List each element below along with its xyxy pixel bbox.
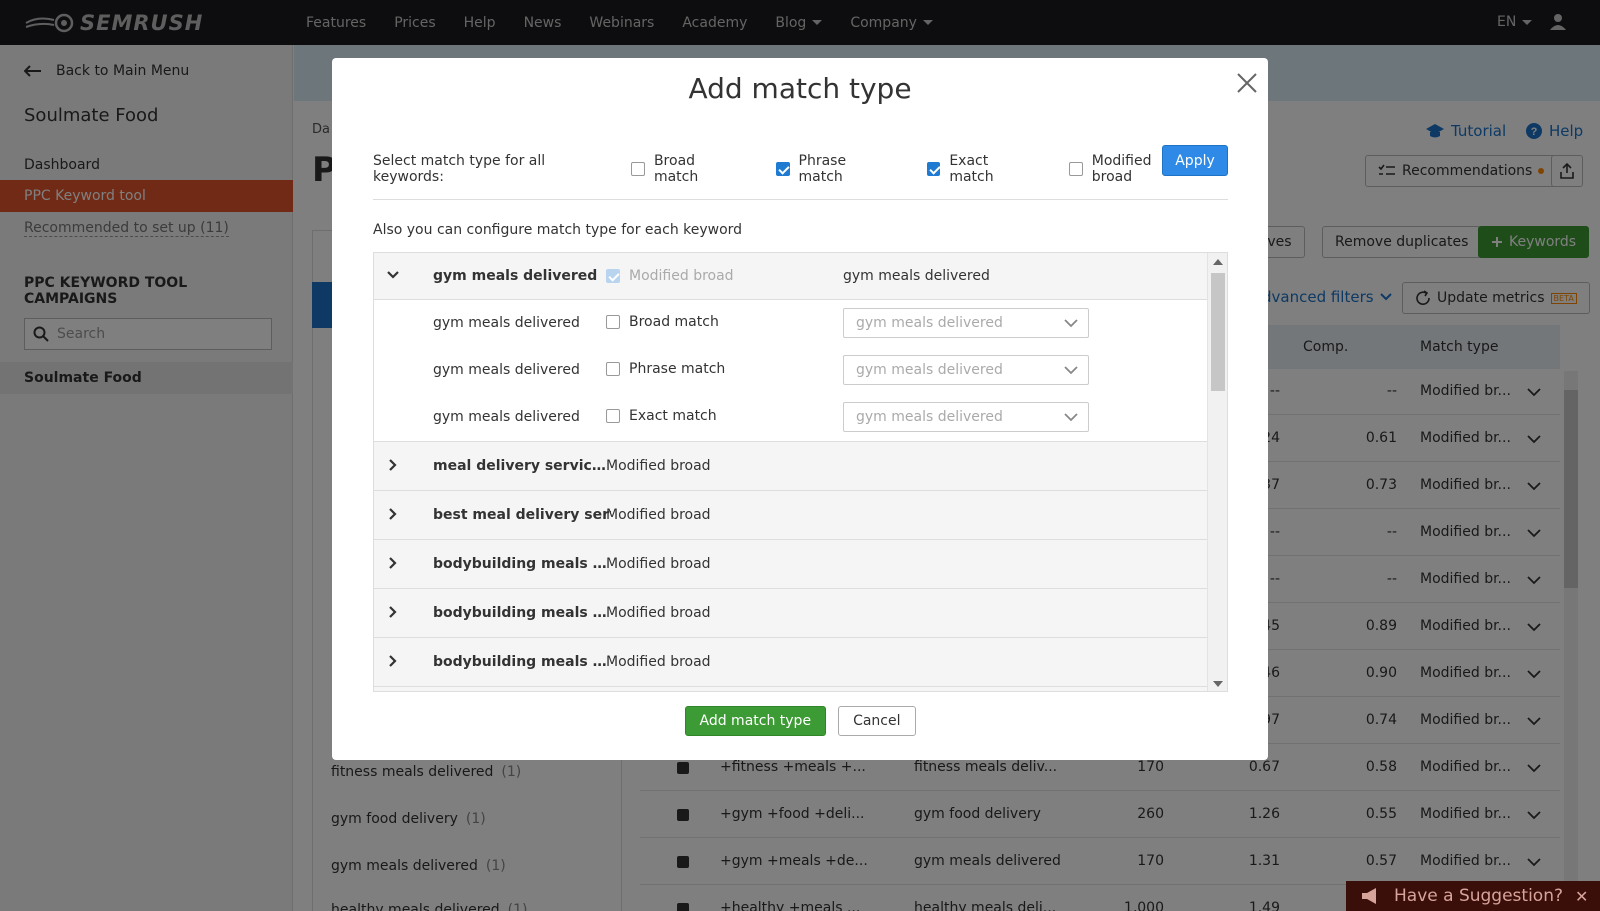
keyword-group-row[interactable]: gym meals delivered Modified broad gym m… <box>374 253 1208 300</box>
list-scrollbar[interactable] <box>1207 253 1227 691</box>
target-select-value: gym meals delivered <box>856 315 1003 331</box>
chevron-right-icon[interactable] <box>386 507 400 521</box>
modal-footer: Add match type Cancel <box>332 706 1268 736</box>
suggestion-bar[interactable]: Have a Suggestion? ✕ <box>1346 881 1600 911</box>
megaphone-icon <box>1362 888 1376 904</box>
chevron-down-icon <box>1064 366 1078 375</box>
close-icon[interactable]: ✕ <box>1575 887 1588 906</box>
group-keyword: bodybuilding meals deli... <box>433 605 607 621</box>
chevron-right-icon[interactable] <box>386 605 400 619</box>
group-match: Modified broad <box>606 654 711 670</box>
match-type-selector: Select match type for all keywords: Broa… <box>373 151 1228 187</box>
checkbox-icon <box>606 362 620 376</box>
chevron-right-icon[interactable] <box>386 654 400 668</box>
exact-match-label: Exact match <box>949 153 994 185</box>
target-select[interactable]: gym meals delivered <box>843 355 1089 385</box>
sub-match-label: Phrase match <box>629 361 726 377</box>
scroll-up-icon[interactable] <box>1213 259 1223 265</box>
group-match: Modified broad <box>606 458 711 474</box>
checkbox-checked-icon <box>926 162 941 176</box>
close-icon[interactable] <box>1233 69 1261 97</box>
apply-button[interactable]: Apply <box>1162 145 1228 176</box>
chevron-right-icon[interactable] <box>386 458 400 472</box>
phrase-match-checkbox[interactable]: Phrase match <box>775 153 892 185</box>
sub-keyword: gym meals delivered <box>433 362 580 378</box>
group-match: Modified broad <box>606 605 711 621</box>
broad-match-label: Broad match <box>653 153 699 185</box>
chevron-down-icon <box>1064 413 1078 422</box>
group-match-label: Modified broad <box>629 268 734 284</box>
keyword-group-row[interactable]: bodybuilding meals deli... Modified broa… <box>374 638 1208 687</box>
add-match-type-modal: Add match type Select match type for all… <box>332 58 1268 760</box>
group-keyword: best meal delivery service <box>433 507 611 523</box>
add-match-type-button[interactable]: Add match type <box>684 706 827 736</box>
sub-match-label: Exact match <box>629 408 717 424</box>
keyword-group-row[interactable] <box>374 687 1208 691</box>
checkbox-icon <box>631 162 645 176</box>
keyword-sub-row: gym meals delivered Exact match gym meal… <box>374 394 1208 442</box>
group-keyword: bodybuilding meals deli... <box>433 556 607 572</box>
group-keyword: bodybuilding meals deli... <box>433 654 607 670</box>
target-select[interactable]: gym meals delivered <box>843 402 1089 432</box>
exact-match-row-checkbox[interactable]: Exact match <box>606 408 717 424</box>
scroll-down-icon[interactable] <box>1213 681 1223 687</box>
checkbox-checked-icon <box>606 269 620 283</box>
keyword-sub-row: gym meals delivered Phrase match gym mea… <box>374 347 1208 394</box>
keyword-group-row[interactable]: meal delivery services Modified broad <box>374 442 1208 491</box>
keyword-group-row[interactable]: bodybuilding meals deli... Modified broa… <box>374 589 1208 638</box>
list-scrollbar-thumb[interactable] <box>1211 273 1225 391</box>
modal-title: Add match type <box>688 72 912 105</box>
broad-match-checkbox[interactable]: Broad match <box>631 153 741 185</box>
target-select-value: gym meals delivered <box>856 362 1003 378</box>
checkbox-icon <box>1069 162 1083 176</box>
checkbox-checked-icon <box>775 162 790 176</box>
sub-match-label: Broad match <box>629 314 719 330</box>
chevron-down-icon <box>1064 319 1078 328</box>
phrase-match-row-checkbox[interactable]: Phrase match <box>606 361 725 377</box>
chevron-right-icon[interactable] <box>386 556 400 570</box>
chevron-down-icon[interactable] <box>386 268 400 282</box>
target-select-value: gym meals delivered <box>856 409 1003 425</box>
checkbox-icon <box>606 409 620 423</box>
group-match: Modified broad <box>606 556 711 572</box>
keyword-group-row[interactable]: bodybuilding meals deli... Modified broa… <box>374 540 1208 589</box>
broad-match-row-checkbox[interactable]: Broad match <box>606 314 719 330</box>
sub-keyword: gym meals delivered <box>433 409 580 425</box>
keyword-sub-row: gym meals delivered Broad match gym meal… <box>374 300 1208 347</box>
group-target: gym meals delivered <box>843 268 990 284</box>
sub-keyword: gym meals delivered <box>433 315 580 331</box>
group-keyword: meal delivery services <box>433 458 607 474</box>
suggestion-label: Have a Suggestion? <box>1394 886 1563 906</box>
keyword-group-row[interactable]: best meal delivery service Modified broa… <box>374 491 1208 540</box>
cancel-button[interactable]: Cancel <box>838 706 916 736</box>
exact-match-checkbox[interactable]: Exact match <box>926 153 1034 185</box>
target-select[interactable]: gym meals delivered <box>843 308 1089 338</box>
group-match: Modified broad <box>606 507 711 523</box>
checkbox-icon <box>606 315 620 329</box>
group-match-disabled: Modified broad <box>606 268 734 284</box>
phrase-match-label: Phrase match <box>798 153 847 185</box>
divider <box>373 199 1228 200</box>
match-type-label: Select match type for all keywords: <box>373 153 546 185</box>
configure-hint: Also you can configure match type for ea… <box>373 222 743 238</box>
group-keyword: gym meals delivered <box>433 268 598 284</box>
keyword-match-list: gym meals delivered Modified broad gym m… <box>373 252 1228 692</box>
